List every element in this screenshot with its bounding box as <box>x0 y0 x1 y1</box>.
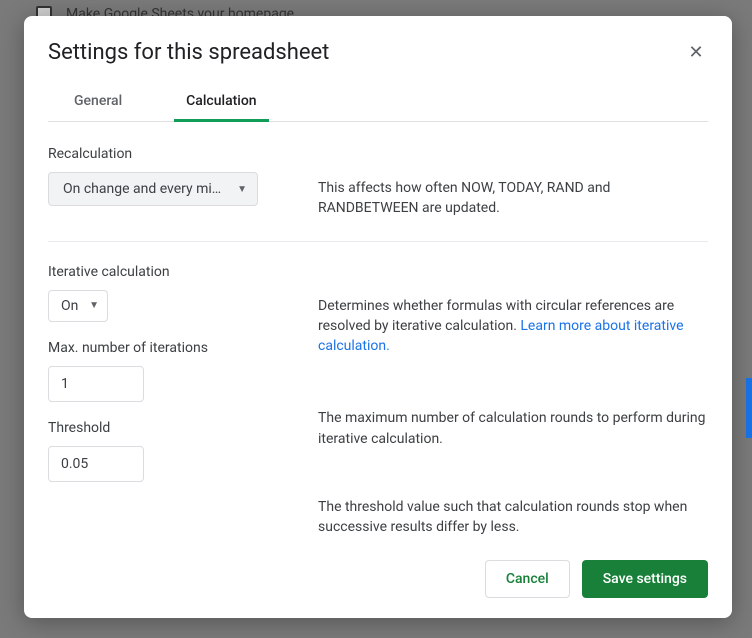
cancel-button[interactable]: Cancel <box>485 560 570 598</box>
max-iterations-input[interactable] <box>48 366 144 402</box>
tabs: General Calculation <box>48 87 708 122</box>
iterative-selected: On <box>61 298 78 314</box>
iterative-control: On ▼ Max. number of iterations Threshold <box>48 290 288 482</box>
threshold-description: The threshold value such that calculatio… <box>318 497 708 538</box>
divider <box>48 241 708 242</box>
side-decoration <box>746 378 752 438</box>
recalculation-row: On change and every min… ▼ This affects … <box>48 172 708 219</box>
recalculation-dropdown[interactable]: On change and every min… ▼ <box>48 172 258 206</box>
iterative-label: Iterative calculation <box>48 264 708 280</box>
recalculation-label: Recalculation <box>48 146 708 162</box>
threshold-label: Threshold <box>48 420 288 436</box>
recalculation-control: On change and every min… ▼ <box>48 172 288 206</box>
dialog-content: Recalculation On change and every min… ▼… <box>48 146 708 540</box>
threshold-input[interactable] <box>48 446 144 482</box>
chevron-down-icon: ▼ <box>89 300 99 311</box>
iterative-dropdown[interactable]: On ▼ <box>48 290 108 322</box>
settings-dialog: Settings for this spreadsheet ✕ General … <box>24 16 732 618</box>
chevron-down-icon: ▼ <box>237 184 247 195</box>
iterative-description: Determines whether formulas with circula… <box>318 296 708 357</box>
max-iterations-description: The maximum number of calculation rounds… <box>318 408 708 449</box>
max-iterations-label: Max. number of iterations <box>48 340 288 356</box>
tab-general[interactable]: General <box>62 87 134 122</box>
recalculation-description: This affects how often NOW, TODAY, RAND … <box>318 172 708 219</box>
close-button[interactable]: ✕ <box>684 41 708 65</box>
max-iterations-group: Max. number of iterations <box>48 340 288 402</box>
threshold-group: Threshold <box>48 420 288 482</box>
save-settings-button[interactable]: Save settings <box>582 560 708 598</box>
tab-calculation[interactable]: Calculation <box>174 87 268 122</box>
close-icon: ✕ <box>688 42 703 63</box>
dialog-title: Settings for this spreadsheet <box>48 40 329 65</box>
dialog-header: Settings for this spreadsheet ✕ <box>48 40 708 65</box>
recalculation-selected: On change and every min… <box>63 181 227 197</box>
iterative-desc-col: Determines whether formulas with circula… <box>318 290 708 538</box>
dialog-footer: Cancel Save settings <box>48 560 708 598</box>
iterative-row: On ▼ Max. number of iterations Threshold… <box>48 290 708 538</box>
